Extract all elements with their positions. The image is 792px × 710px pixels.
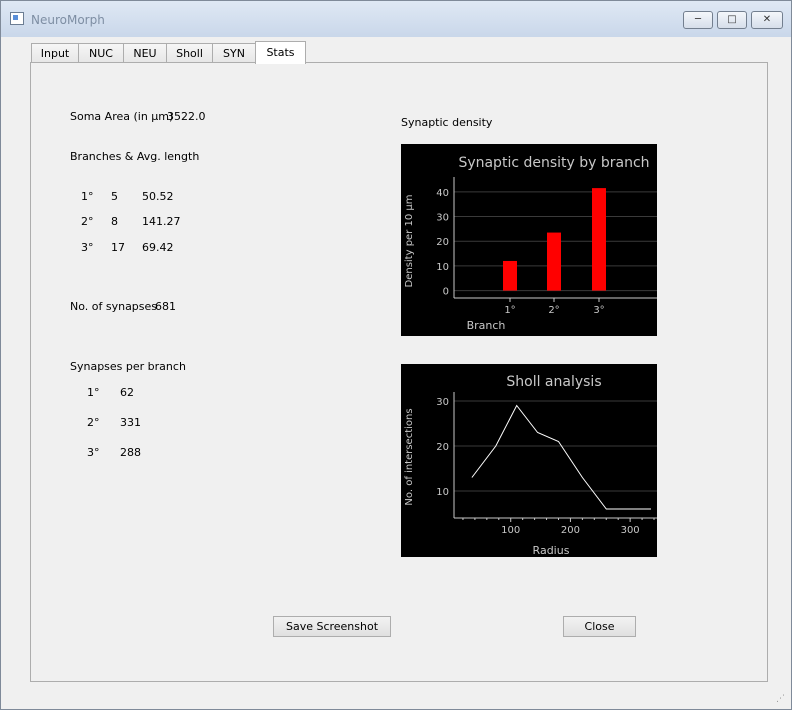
bar-x-tick-label: 2° xyxy=(548,305,559,316)
app-window: NeuroMorph ─ □ ✕ Input NUC NEU Sholl SYN… xyxy=(0,0,792,710)
tab-sholl[interactable]: Sholl xyxy=(166,43,213,63)
line-y-tick-label: 30 xyxy=(436,397,449,408)
per-branch-value: 62 xyxy=(120,386,134,399)
bar-y-tick-label: 40 xyxy=(436,188,449,199)
branch-count: 8 xyxy=(111,215,118,228)
line-y-tick-label: 10 xyxy=(436,487,449,498)
line-chart-title: Sholl analysis xyxy=(506,374,601,390)
tab-stats[interactable]: Stats xyxy=(255,41,306,64)
bar-x-tick-label: 1° xyxy=(504,305,515,316)
branch-order: 3° xyxy=(81,241,94,254)
soma-area-value: 3522.0 xyxy=(167,110,206,123)
tab-syn[interactable]: SYN xyxy=(212,43,256,63)
bar-y-tick-label: 30 xyxy=(436,213,449,224)
branch-length: 69.42 xyxy=(142,241,174,254)
tab-neu[interactable]: NEU xyxy=(123,43,167,63)
line-x-tick-label: 100 xyxy=(501,525,520,536)
save-screenshot-button[interactable]: Save Screenshot xyxy=(273,616,391,637)
branch-order: 1° xyxy=(81,190,94,203)
bar-y-tick-label: 0 xyxy=(443,287,449,298)
per-branch-value: 288 xyxy=(120,446,141,459)
per-branch-value: 331 xyxy=(120,416,141,429)
branch-order: 2° xyxy=(81,215,94,228)
line-chart-xlabel: Radius xyxy=(533,544,570,557)
branch-length: 50.52 xyxy=(142,190,174,203)
line-chart: Sholl analysis Radius No. of intersectio… xyxy=(401,364,657,557)
bar-y-tick-label: 10 xyxy=(436,262,449,273)
minimize-button[interactable]: ─ xyxy=(683,11,713,29)
line-chart-svg: Sholl analysis Radius No. of intersectio… xyxy=(404,374,657,557)
branch-length: 141.27 xyxy=(142,215,181,228)
per-branch-order: 1° xyxy=(87,386,100,399)
synaptic-density-label: Synaptic density xyxy=(401,116,493,129)
bar-chart: Synaptic density by branch Branch Densit… xyxy=(401,144,657,336)
synapses-value: 681 xyxy=(155,300,176,313)
branches-label: Branches & Avg. length xyxy=(70,150,200,163)
maximize-button[interactable]: □ xyxy=(717,11,747,29)
app-icon xyxy=(10,12,24,25)
tab-nuc[interactable]: NUC xyxy=(78,43,124,63)
bar-chart-xlabel: Branch xyxy=(467,319,506,332)
line-x-tick-label: 300 xyxy=(621,525,640,536)
bar xyxy=(503,260,517,291)
close-button[interactable]: Close xyxy=(563,616,636,637)
soma-area-label: Soma Area (in µm) xyxy=(70,110,174,123)
line-x-tick-label: 200 xyxy=(561,525,580,536)
bar-x-tick-label: 3° xyxy=(593,305,604,316)
per-branch-order: 2° xyxy=(87,416,100,429)
synapses-label: No. of synapses xyxy=(70,300,158,313)
tab-input[interactable]: Input xyxy=(31,43,79,63)
title-bar: NeuroMorph ─ □ ✕ xyxy=(1,1,791,37)
bar xyxy=(592,188,606,291)
bar xyxy=(547,232,561,291)
bar-y-tick-label: 20 xyxy=(436,237,449,248)
bar-chart-svg: Synaptic density by branch Branch Densit… xyxy=(404,155,657,332)
sholl-series-line xyxy=(471,404,651,510)
line-y-tick-label: 20 xyxy=(436,442,449,453)
per-branch-order: 3° xyxy=(87,446,100,459)
close-window-button[interactable]: ✕ xyxy=(751,11,783,29)
synapses-per-branch-label: Synapses per branch xyxy=(70,360,186,373)
line-chart-ylabel: No. of intersections xyxy=(404,408,415,505)
branch-count: 5 xyxy=(111,190,118,203)
bar-chart-ylabel: Density per 10 µm xyxy=(404,195,415,288)
bar-chart-title: Synaptic density by branch xyxy=(458,155,649,171)
branch-count: 17 xyxy=(111,241,125,254)
window-title: NeuroMorph xyxy=(31,13,105,27)
stats-panel: Soma Area (in µm) 3522.0 Branches & Avg.… xyxy=(30,62,768,682)
resize-grip-icon[interactable]: ⋰ xyxy=(776,694,785,704)
